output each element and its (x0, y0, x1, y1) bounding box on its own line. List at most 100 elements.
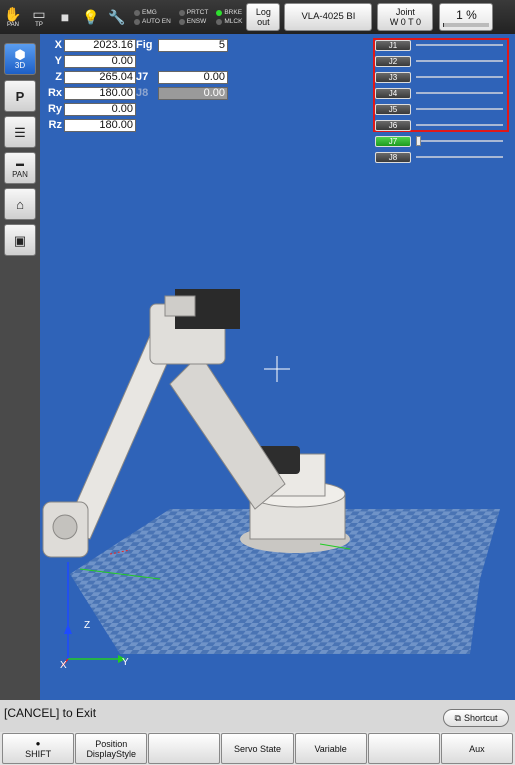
joint-slider-j8[interactable] (416, 156, 503, 158)
mlck-indicator-icon (216, 18, 223, 25)
ensw-indicator-icon (178, 18, 185, 25)
cube-3d-icon: ⬢ (14, 47, 26, 62)
joint-row-j6: J6 (375, 119, 505, 131)
soft-key-bar: ● SHIFT Position DisplayStyle Servo State … (0, 732, 515, 765)
status-emg: EMG (134, 9, 171, 16)
joint-button-j5[interactable]: J5 (375, 103, 411, 115)
fig-value[interactable]: 5 (158, 38, 228, 52)
stop-square-icon[interactable]: ■ (52, 1, 78, 33)
joint-row-j7: J7 (375, 135, 505, 147)
joint-slider-j6[interactable] (416, 124, 503, 126)
coordinate-mode-button[interactable]: Joint W 0 T 0 (377, 3, 434, 31)
pose-display-button[interactable]: P (4, 80, 36, 112)
joint-highlight-frame (373, 38, 509, 132)
wrench-icon[interactable]: 🔧 (104, 1, 130, 33)
y-label: Y (54, 55, 62, 67)
robot-3d-viewport[interactable]: Z Y X X 2023.16 Fig 5 Y 0.00 Z 265.04 J7… (40, 34, 515, 700)
joint-row-j2: J2 (375, 55, 505, 67)
status-indicators: EMG PRTCT BRKE AUTO EN ENSW MLCK (134, 9, 242, 25)
pose-row-y: Y 0.00 (40, 54, 136, 68)
blank-key-1[interactable] (148, 733, 221, 764)
status-message: [CANCEL] to Exit (4, 706, 97, 720)
joint-button-j4[interactable]: J4 (375, 87, 411, 99)
logout-line1: Log (255, 7, 271, 17)
rz-value[interactable]: 180.00 (64, 118, 136, 132)
rz-label: Rz (48, 119, 62, 131)
left-toolbar: ⬢ 3D P ☰ ▬ PAN ⌂ ▣ (0, 34, 40, 700)
list-view-button[interactable]: ☰ (4, 116, 36, 148)
joint-slider-j2[interactable] (416, 60, 503, 62)
x-value[interactable]: 2023.16 (64, 38, 136, 52)
j8-label: J8 (136, 87, 149, 99)
joint-slider-j5[interactable] (416, 108, 503, 110)
shift-label: SHIFT (25, 748, 52, 759)
ry-value[interactable]: 0.00 (64, 102, 136, 116)
position-display-style-key[interactable]: Position DisplayStyle (75, 733, 148, 764)
axis-y-label: Y (122, 657, 129, 668)
top-status-bar: ✋ PAN ▭ TP ■ 💡 🔧 EMG PRTCT BRKE AUTO EN EN… (0, 0, 515, 34)
robot-model-button[interactable]: VLA-4025 BI (284, 3, 373, 31)
box-icon: ▣ (13, 232, 27, 248)
speed-bar (443, 23, 490, 27)
pose-row-z: Z 265.04 J7 0.00 (40, 70, 228, 84)
variable-key[interactable]: Variable (294, 733, 367, 764)
joint-button-j6[interactable]: J6 (375, 119, 411, 131)
status-brke: BRKE (216, 9, 242, 16)
blank-key-2[interactable] (367, 733, 440, 764)
tp-icon[interactable]: ▭ TP (26, 1, 52, 33)
shortcut-label: Shortcut (463, 713, 498, 723)
rx-value[interactable]: 180.00 (64, 86, 136, 100)
speed-override[interactable]: 1 % (439, 3, 494, 31)
pose-icon: P (15, 88, 25, 104)
joint-thumb-j7[interactable] (416, 136, 421, 146)
view-3d-button[interactable]: ⬢ 3D (4, 43, 36, 75)
pose-row-ry: Ry 0.00 (40, 102, 136, 116)
j7-label: J7 (136, 71, 149, 83)
brke-indicator-icon (216, 9, 223, 16)
pose-row-rx: Rx 180.00 J8 0.00 (40, 86, 228, 100)
logout-button[interactable]: Log out (246, 3, 281, 31)
joint-button-j8[interactable]: J8 (375, 151, 411, 163)
bulb-icon[interactable]: 💡 (78, 1, 104, 33)
home-view-button[interactable]: ⌂ (4, 188, 36, 220)
pan-button[interactable]: ▬ PAN (4, 152, 36, 184)
list-icon: ☰ (14, 124, 26, 140)
joint-button-j1[interactable]: J1 (375, 39, 411, 51)
servo-state-key[interactable]: Servo State (221, 733, 294, 764)
joint-button-j2[interactable]: J2 (375, 55, 411, 67)
y-value[interactable]: 0.00 (64, 54, 136, 68)
z-label: Z (55, 71, 62, 83)
axis-x-label: X (60, 660, 67, 671)
j7-value[interactable]: 0.00 (158, 70, 228, 84)
aux-key[interactable]: Aux (440, 733, 513, 764)
joint-slider-j4[interactable] (416, 92, 503, 94)
home-icon: ⌂ (16, 196, 24, 212)
box-view-button[interactable]: ▣ (4, 224, 36, 256)
coord-mode-label: Joint (395, 7, 415, 17)
joint-slider-j1[interactable] (416, 44, 503, 46)
ry-label: Ry (47, 103, 62, 115)
joint-button-j3[interactable]: J3 (375, 71, 411, 83)
position-label-line1: Position (95, 738, 128, 749)
pan-hand-icon[interactable]: ✋ PAN (0, 1, 26, 33)
joint-row-j1: J1 (375, 39, 505, 51)
shortcut-button[interactable]: ⧉ Shortcut (443, 709, 509, 727)
teach-pendant-screen: ✋ PAN ▭ TP ■ 💡 🔧 EMG PRTCT BRKE AUTO EN EN… (0, 0, 515, 765)
logout-line2: out (257, 17, 270, 27)
shift-key[interactable]: ● SHIFT (2, 733, 75, 764)
position-label-line2: DisplayStyle (86, 748, 136, 759)
status-mlck: MLCK (216, 18, 242, 25)
message-bar: [CANCEL] to Exit ⧉ Shortcut (0, 700, 515, 732)
joint-button-j7[interactable]: J7 (375, 135, 411, 147)
joint-row-j3: J3 (375, 71, 505, 83)
tool-user-label: W 0 T 0 (389, 17, 421, 27)
speed-bar-fill (443, 23, 445, 27)
joint-slider-j3[interactable] (416, 76, 503, 78)
rx-label: Rx (47, 87, 62, 99)
joint-row-j8: J8 (375, 151, 505, 163)
axis-z-label: Z (84, 620, 91, 631)
scene-svg (42, 289, 500, 667)
joint-slider-j7[interactable] (416, 136, 503, 146)
z-value[interactable]: 265.04 (64, 70, 136, 84)
j8-value: 0.00 (158, 86, 228, 100)
